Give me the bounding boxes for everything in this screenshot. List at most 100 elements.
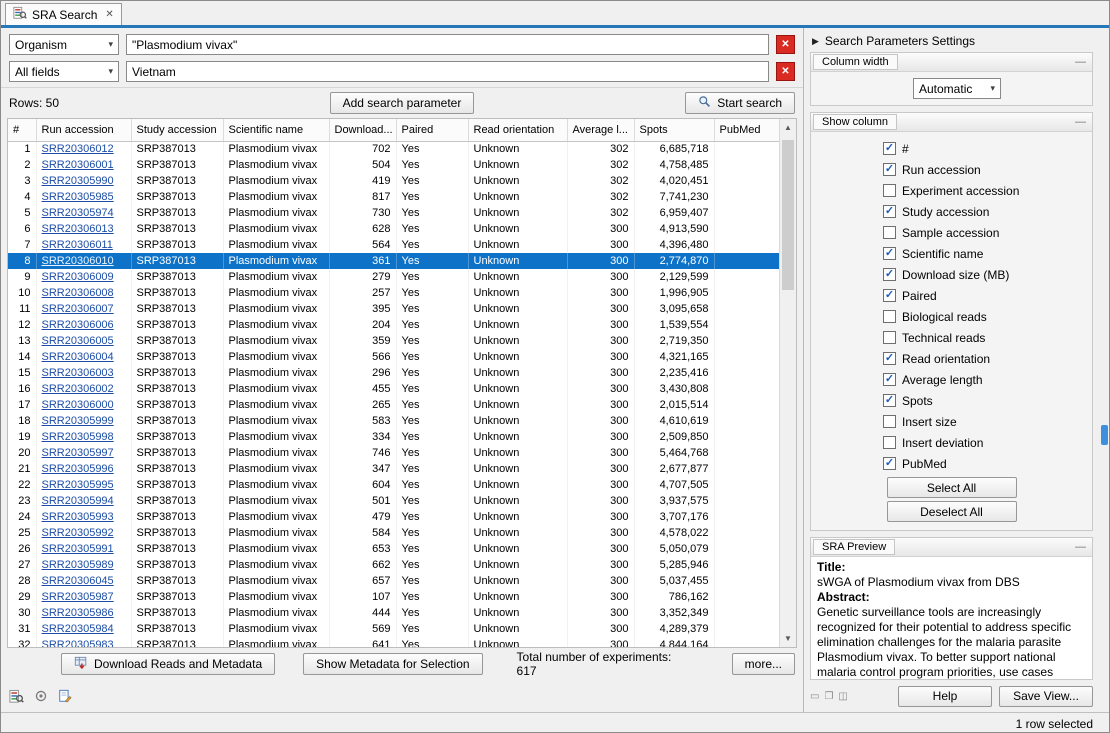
dock-float-icon[interactable]: ❐ xyxy=(824,691,833,702)
remove-parameter-button[interactable]: ✕ xyxy=(776,35,795,54)
select-all-button[interactable]: Select All xyxy=(887,477,1017,498)
table-row[interactable]: 13SRR20306005SRP387013Plasmodium vivax35… xyxy=(8,333,779,349)
column-header-number[interactable]: # xyxy=(8,119,36,141)
table-row[interactable]: 3SRR20305990SRP387013Plasmodium vivax419… xyxy=(8,173,779,189)
run-accession-link[interactable]: SRR20305996 xyxy=(42,463,114,475)
unchecked-checkbox[interactable] xyxy=(883,226,896,239)
collapse-icon[interactable]: — xyxy=(1075,116,1086,128)
run-accession-link[interactable]: SRR20305986 xyxy=(42,607,114,619)
table-row[interactable]: 8SRR20306010SRP387013Plasmodium vivax361… xyxy=(8,253,779,269)
show-column-option-study-accession[interactable]: ✓Study accession xyxy=(811,201,1092,222)
start-search-button[interactable]: Start search xyxy=(685,92,795,114)
table-scrollbar[interactable]: ▲ ▼ xyxy=(779,119,796,647)
run-accession-link[interactable]: SRR20305984 xyxy=(42,623,114,635)
column-header-pubmed[interactable]: PubMed xyxy=(714,119,779,141)
column-header-read-orientation[interactable]: Read orientation xyxy=(468,119,567,141)
checked-checkbox[interactable]: ✓ xyxy=(883,289,896,302)
table-row[interactable]: 25SRR20305992SRP387013Plasmodium vivax58… xyxy=(8,525,779,541)
unchecked-checkbox[interactable] xyxy=(883,415,896,428)
checked-checkbox[interactable]: ✓ xyxy=(883,142,896,155)
run-accession-link[interactable]: SRR20306045 xyxy=(42,575,114,587)
run-accession-link[interactable]: SRR20305999 xyxy=(42,415,114,427)
run-accession-link[interactable]: SRR20305992 xyxy=(42,527,114,539)
checked-checkbox[interactable]: ✓ xyxy=(883,352,896,365)
unchecked-checkbox[interactable] xyxy=(883,436,896,449)
download-reads-button[interactable]: Download Reads and Metadata xyxy=(61,653,275,675)
run-accession-link[interactable]: SRR20306013 xyxy=(42,223,114,235)
show-column-option-insert-deviation[interactable]: Insert deviation xyxy=(811,432,1092,453)
checked-checkbox[interactable]: ✓ xyxy=(883,205,896,218)
table-row[interactable]: 2SRR20306001SRP387013Plasmodium vivax504… xyxy=(8,157,779,173)
table-row[interactable]: 17SRR20306000SRP387013Plasmodium vivax26… xyxy=(8,397,779,413)
run-accession-link[interactable]: SRR20306009 xyxy=(42,271,114,283)
table-row[interactable]: 27SRR20305989SRP387013Plasmodium vivax66… xyxy=(8,557,779,573)
table-row[interactable]: 11SRR20306007SRP387013Plasmodium vivax39… xyxy=(8,301,779,317)
run-accession-link[interactable]: SRR20305989 xyxy=(42,559,114,571)
show-column-option-biological-reads[interactable]: Biological reads xyxy=(811,306,1092,327)
show-column-option-paired[interactable]: ✓Paired xyxy=(811,285,1092,306)
show-column-option-spots[interactable]: ✓Spots xyxy=(811,390,1092,411)
run-accession-link[interactable]: SRR20306004 xyxy=(42,351,114,363)
dock-side-icon[interactable]: ◫ xyxy=(838,691,847,702)
table-row[interactable]: 10SRR20306008SRP387013Plasmodium vivax25… xyxy=(8,285,779,301)
table-row[interactable]: 19SRR20305998SRP387013Plasmodium vivax33… xyxy=(8,429,779,445)
show-column-option-number[interactable]: ✓# xyxy=(811,138,1092,159)
sra-preview-section-header[interactable]: SRA Preview — xyxy=(811,538,1092,557)
table-row[interactable]: 21SRR20305996SRP387013Plasmodium vivax34… xyxy=(8,461,779,477)
column-header-study-accession[interactable]: Study accession xyxy=(131,119,223,141)
show-column-option-experiment-accession[interactable]: Experiment accession xyxy=(811,180,1092,201)
run-accession-link[interactable]: SRR20305991 xyxy=(42,543,114,555)
table-row[interactable]: 23SRR20305994SRP387013Plasmodium vivax50… xyxy=(8,493,779,509)
table-row[interactable]: 4SRR20305985SRP387013Plasmodium vivax817… xyxy=(8,189,779,205)
run-accession-link[interactable]: SRR20306012 xyxy=(42,143,114,155)
unchecked-checkbox[interactable] xyxy=(883,184,896,197)
scrollbar-thumb[interactable] xyxy=(782,140,794,290)
show-column-option-sample-accession[interactable]: Sample accession xyxy=(811,222,1092,243)
checked-checkbox[interactable]: ✓ xyxy=(883,373,896,386)
table-row[interactable]: 12SRR20306006SRP387013Plasmodium vivax20… xyxy=(8,317,779,333)
table-row[interactable]: 5SRR20305974SRP387013Plasmodium vivax730… xyxy=(8,205,779,221)
collapse-icon[interactable]: — xyxy=(1075,56,1086,68)
table-view-icon[interactable] xyxy=(32,688,49,705)
checked-checkbox[interactable]: ✓ xyxy=(883,394,896,407)
table-row[interactable]: 14SRR20306004SRP387013Plasmodium vivax56… xyxy=(8,349,779,365)
run-accession-link[interactable]: SRR20305998 xyxy=(42,431,114,443)
run-accession-link[interactable]: SRR20305995 xyxy=(42,479,114,491)
all-fields-select[interactable]: All fields ▾ xyxy=(9,61,119,82)
more-button[interactable]: more... xyxy=(732,653,795,675)
run-accession-link[interactable]: SRR20306010 xyxy=(42,255,114,267)
run-accession-link[interactable]: SRR20306008 xyxy=(42,287,114,299)
table-row[interactable]: 18SRR20305999SRP387013Plasmodium vivax58… xyxy=(8,413,779,429)
checked-checkbox[interactable]: ✓ xyxy=(883,268,896,281)
checked-checkbox[interactable]: ✓ xyxy=(883,247,896,260)
table-row[interactable]: 9SRR20306009SRP387013Plasmodium vivax279… xyxy=(8,269,779,285)
column-header-spots[interactable]: Spots xyxy=(634,119,714,141)
organism-field-select[interactable]: Organism ▾ xyxy=(9,34,119,55)
column-header-average-l[interactable]: Average l... xyxy=(567,119,634,141)
unchecked-checkbox[interactable] xyxy=(883,331,896,344)
table-row[interactable]: 32SRR20305983SRP387013Plasmodium vivax64… xyxy=(8,637,779,647)
column-header-scientific-name[interactable]: Scientific name xyxy=(223,119,329,141)
run-accession-link[interactable]: SRR20306000 xyxy=(42,399,114,411)
show-column-option-pubmed[interactable]: ✓PubMed xyxy=(811,453,1092,474)
scroll-down-icon[interactable]: ▼ xyxy=(780,630,796,647)
edit-notes-icon[interactable] xyxy=(56,688,73,705)
show-column-section-header[interactable]: Show column — xyxy=(811,113,1092,132)
run-accession-link[interactable]: SRR20305993 xyxy=(42,511,114,523)
show-column-option-run-accession[interactable]: ✓Run accession xyxy=(811,159,1092,180)
help-button[interactable]: Help xyxy=(898,686,992,707)
scroll-up-icon[interactable]: ▲ xyxy=(780,119,796,136)
organism-query-input[interactable] xyxy=(126,34,769,55)
checked-checkbox[interactable]: ✓ xyxy=(883,457,896,470)
column-header-paired[interactable]: Paired xyxy=(396,119,468,141)
run-accession-link[interactable]: SRR20306001 xyxy=(42,159,114,171)
table-row[interactable]: 22SRR20305995SRP387013Plasmodium vivax60… xyxy=(8,477,779,493)
checked-checkbox[interactable]: ✓ xyxy=(883,163,896,176)
run-accession-link[interactable]: SRR20305997 xyxy=(42,447,114,459)
table-row[interactable]: 30SRR20305986SRP387013Plasmodium vivax44… xyxy=(8,605,779,621)
save-view-button[interactable]: Save View... xyxy=(999,686,1093,707)
table-row[interactable]: 28SRR20306045SRP387013Plasmodium vivax65… xyxy=(8,573,779,589)
column-header-run-accession[interactable]: Run accession xyxy=(36,119,131,141)
table-row[interactable]: 20SRR20305997SRP387013Plasmodium vivax74… xyxy=(8,445,779,461)
show-column-option-insert-size[interactable]: Insert size xyxy=(811,411,1092,432)
